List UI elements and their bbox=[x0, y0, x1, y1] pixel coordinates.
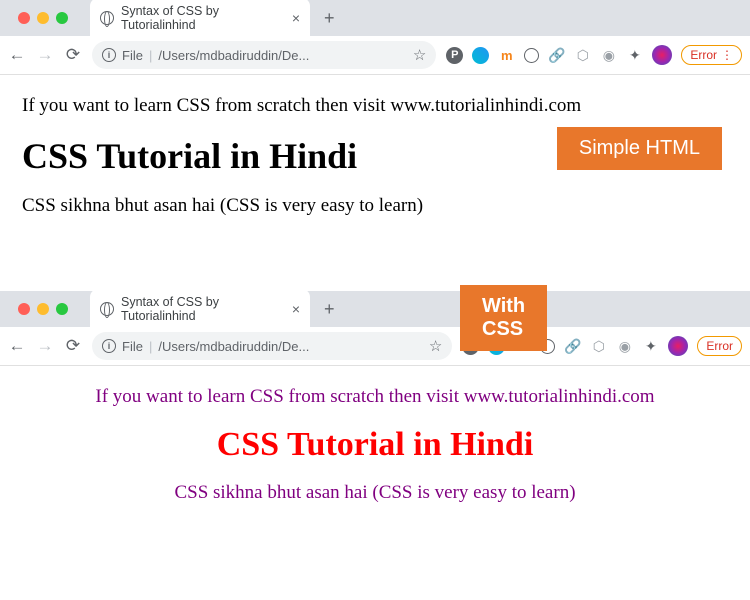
browser-window-2: Syntax of CSS by Tutorialinhind × + ← → … bbox=[0, 291, 750, 366]
close-window-icon[interactable] bbox=[18, 12, 30, 24]
back-button[interactable]: ← bbox=[8, 45, 26, 65]
error-label: Error bbox=[706, 339, 733, 353]
tab-title: Syntax of CSS by Tutorialinhind bbox=[121, 4, 281, 32]
page-content-2: If you want to learn CSS from scratch th… bbox=[0, 366, 750, 542]
browser-tab[interactable]: Syntax of CSS by Tutorialinhind × bbox=[90, 289, 310, 329]
intro-text: If you want to learn CSS from scratch th… bbox=[22, 386, 728, 408]
sub-text: CSS sikhna bhut asan hai (CSS is very ea… bbox=[22, 195, 728, 217]
reload-button[interactable]: ⟳ bbox=[64, 336, 82, 356]
simple-html-badge: Simple HTML bbox=[557, 127, 722, 170]
shield-icon[interactable]: ⬡ bbox=[590, 338, 607, 355]
forward-button[interactable]: → bbox=[36, 45, 54, 65]
intro-text: If you want to learn CSS from scratch th… bbox=[22, 95, 728, 117]
tab-bar: Syntax of CSS by Tutorialinhind × + bbox=[0, 291, 750, 327]
url-scheme: File bbox=[122, 48, 143, 63]
url-divider: | bbox=[149, 339, 152, 354]
reload-button[interactable]: ⟳ bbox=[64, 45, 82, 65]
metamask-icon[interactable]: m bbox=[498, 47, 515, 64]
page-heading: CSS Tutorial in Hindi bbox=[22, 426, 728, 464]
browser-window-1: Syntax of CSS by Tutorialinhind × + ← → … bbox=[0, 0, 750, 75]
toolbar: ← → ⟳ i File | /Users/mdbadiruddin/De...… bbox=[0, 327, 750, 365]
badge-label: Simple HTML bbox=[579, 137, 700, 159]
tab-bar: Syntax of CSS by Tutorialinhind × + bbox=[0, 0, 750, 36]
badge-label: With CSS bbox=[482, 295, 525, 340]
address-bar[interactable]: i File | /Users/mdbadiruddin/De... ☆ bbox=[92, 41, 436, 69]
new-tab-button[interactable]: + bbox=[324, 8, 335, 29]
url-path: /Users/mdbadiruddin/De... bbox=[158, 339, 309, 354]
minimize-window-icon[interactable] bbox=[37, 303, 49, 315]
sub-text: CSS sikhna bhut asan hai (CSS is very ea… bbox=[22, 482, 728, 504]
window-controls bbox=[8, 12, 78, 24]
forward-button[interactable]: → bbox=[36, 336, 54, 356]
toolbar: ← → ⟳ i File | /Users/mdbadiruddin/De...… bbox=[0, 36, 750, 74]
extensions-icon[interactable]: ✦ bbox=[626, 47, 643, 64]
info-icon: i bbox=[102, 48, 116, 62]
bookmark-star-icon[interactable]: ☆ bbox=[413, 46, 426, 64]
close-window-icon[interactable] bbox=[18, 303, 30, 315]
back-button[interactable]: ← bbox=[8, 336, 26, 356]
info-icon: i bbox=[102, 339, 116, 353]
address-bar[interactable]: i File | /Users/mdbadiruddin/De... ☆ bbox=[92, 332, 452, 360]
extension-icons: P m 🔗 ⬡ ◉ ✦ Error ⋮ bbox=[446, 45, 742, 65]
close-tab-icon[interactable]: × bbox=[292, 301, 300, 317]
close-tab-icon[interactable]: × bbox=[292, 10, 300, 26]
profile-avatar[interactable] bbox=[652, 45, 672, 65]
bookmark-star-icon[interactable]: ☆ bbox=[429, 337, 442, 355]
extensions-icon[interactable]: ✦ bbox=[642, 338, 659, 355]
camera-icon[interactable]: ◉ bbox=[600, 47, 617, 64]
browser-panel-2: With CSS Syntax of CSS by Tutorialinhind… bbox=[0, 291, 750, 542]
link-icon[interactable]: 🔗 bbox=[564, 338, 581, 355]
camera-icon[interactable]: ◉ bbox=[616, 338, 633, 355]
with-css-badge: With CSS bbox=[460, 285, 547, 351]
menu-dots-icon: ⋮ bbox=[721, 48, 733, 62]
minimize-window-icon[interactable] bbox=[37, 12, 49, 24]
clock-icon[interactable] bbox=[524, 48, 539, 63]
globe-icon bbox=[100, 11, 114, 25]
maximize-window-icon[interactable] bbox=[56, 12, 68, 24]
globe-icon bbox=[100, 302, 114, 316]
link-icon[interactable]: 🔗 bbox=[548, 47, 565, 64]
new-tab-button[interactable]: + bbox=[324, 299, 335, 320]
shield-icon[interactable]: ⬡ bbox=[574, 47, 591, 64]
error-badge[interactable]: Error ⋮ bbox=[681, 45, 742, 65]
momentum-icon[interactable] bbox=[472, 47, 489, 64]
tab-title: Syntax of CSS by Tutorialinhind bbox=[121, 295, 281, 323]
browser-tab[interactable]: Syntax of CSS by Tutorialinhind × bbox=[90, 0, 310, 38]
url-path: /Users/mdbadiruddin/De... bbox=[158, 48, 309, 63]
url-divider: | bbox=[149, 48, 152, 63]
error-label: Error bbox=[690, 48, 717, 62]
pinterest-icon[interactable]: P bbox=[446, 47, 463, 64]
profile-avatar[interactable] bbox=[668, 336, 688, 356]
error-badge[interactable]: Error bbox=[697, 336, 742, 356]
window-controls bbox=[8, 303, 78, 315]
maximize-window-icon[interactable] bbox=[56, 303, 68, 315]
page-content-1: Simple HTML If you want to learn CSS fro… bbox=[0, 75, 750, 255]
url-scheme: File bbox=[122, 339, 143, 354]
